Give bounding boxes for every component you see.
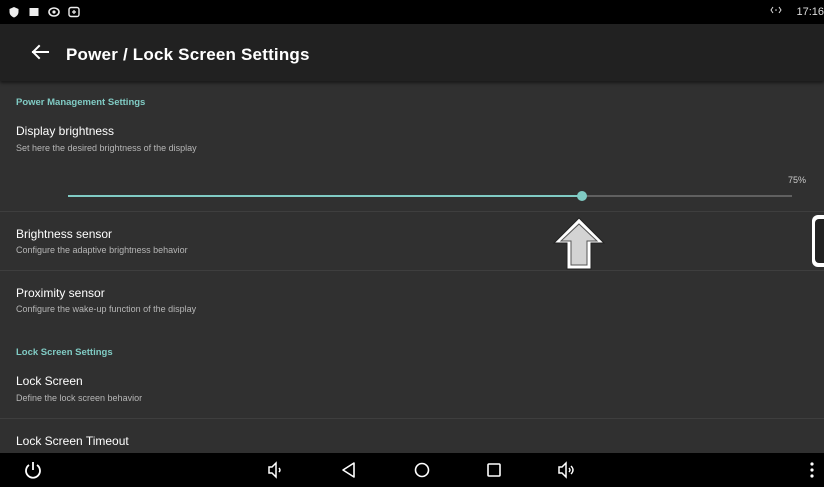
navigation-bar xyxy=(0,453,824,487)
up-arrow-icon xyxy=(551,215,607,271)
power-icon[interactable] xyxy=(21,458,45,482)
recents-square-icon[interactable] xyxy=(482,458,506,482)
brightness-sensor-subtitle: Configure the adaptive brightness behavi… xyxy=(16,245,188,255)
display-brightness-subtitle: Set here the desired brightness of the d… xyxy=(16,143,197,153)
brightness-value-label: 75% xyxy=(787,175,806,185)
app-icon xyxy=(68,5,80,18)
divider xyxy=(0,418,824,419)
chevron-left-icon xyxy=(815,219,824,263)
status-time: 17:16 xyxy=(796,5,824,18)
shield-icon xyxy=(8,5,20,18)
section-header-power: Power Management Settings xyxy=(16,97,146,108)
brightness-sensor-title: Brightness sensor xyxy=(16,227,113,241)
lock-screen-subtitle: Define the lock screen behavior xyxy=(16,393,143,403)
eye-icon xyxy=(48,5,60,17)
section-header-lock: Lock Screen Settings xyxy=(16,347,113,358)
proximity-sensor-title: Proximity sensor xyxy=(16,286,105,300)
settings-screen: 17:16 Power / Lock Screen Settings Power… xyxy=(0,0,824,487)
divider xyxy=(0,270,824,271)
brightness-slider[interactable] xyxy=(68,191,792,201)
display-brightness-title: Display brightness xyxy=(16,124,115,138)
volume-up-icon[interactable] xyxy=(555,458,579,482)
lock-screen-title: Lock Screen xyxy=(16,374,83,388)
lock-screen-timeout-title: Lock Screen Timeout xyxy=(16,434,129,448)
app-bar: Power / Lock Screen Settings xyxy=(0,24,824,81)
square-icon xyxy=(28,5,40,17)
proximity-sensor-subtitle: Configure the wake-up function of the di… xyxy=(16,304,197,314)
volume-down-icon[interactable] xyxy=(263,458,287,482)
brightness-slider-fill xyxy=(68,195,582,197)
back-triangle-icon[interactable] xyxy=(337,458,361,482)
status-bar: 17:16 xyxy=(0,0,824,24)
page-title: Power / Lock Screen Settings xyxy=(66,45,310,64)
data-transfer-icon xyxy=(770,5,783,18)
arrow-back-icon[interactable] xyxy=(28,40,52,64)
divider xyxy=(0,211,824,212)
brightness-slider-thumb[interactable] xyxy=(577,191,587,201)
edge-panel-handle[interactable] xyxy=(812,215,824,267)
home-circle-icon[interactable] xyxy=(410,458,434,482)
more-vert-icon[interactable] xyxy=(800,458,824,482)
